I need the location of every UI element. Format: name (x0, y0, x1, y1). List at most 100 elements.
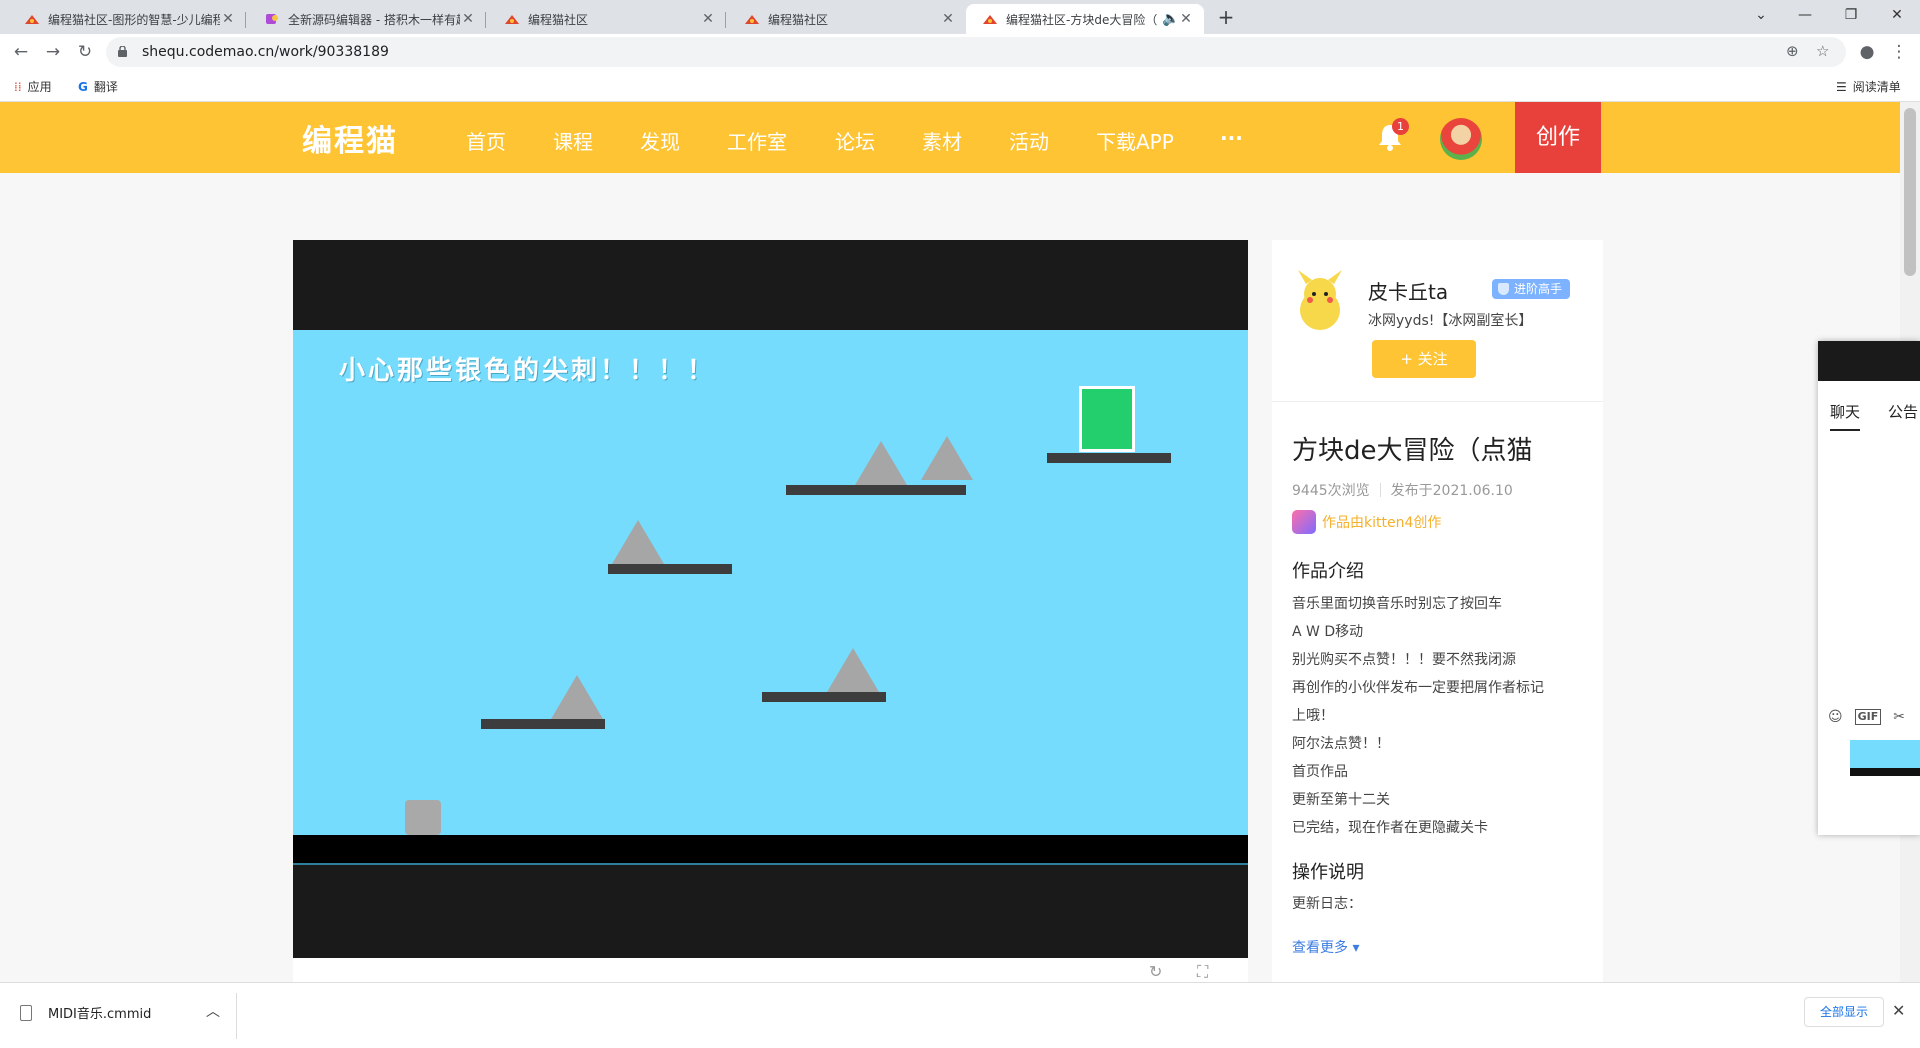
game-platform (786, 485, 966, 495)
browser-tab-active[interactable]: 编程猫社区-方块de大冒险（ 🔈 ✕ (966, 4, 1204, 34)
tab-title: 编程猫社区 (528, 12, 589, 27)
restart-icon[interactable]: ↻ (1149, 962, 1162, 981)
window-close-button[interactable]: ✕ (1874, 0, 1920, 34)
menu-kebab-icon[interactable]: ⋮ (1888, 42, 1910, 64)
description-line: 音乐里面切换音乐时别忘了按回车 (1292, 596, 1502, 612)
forward-arrow-icon[interactable]: → (42, 42, 64, 64)
tab-title: 编程猫社区-方块de大冒险（ (1006, 12, 1158, 27)
game-hint-text: 小心那些银色的尖刺！！！！ (339, 356, 717, 386)
download-item[interactable]: MIDI音乐.cmmid (20, 1003, 151, 1022)
author-name[interactable]: 皮卡丘ta (1368, 276, 1448, 305)
reading-list[interactable]: ☰ 阅读清单 (1836, 78, 1901, 95)
download-shelf: MIDI音乐.cmmid ︿ 全部显示 ✕ (0, 982, 1920, 1048)
announcement-tab[interactable]: 公告 (1888, 401, 1918, 422)
reload-icon[interactable]: ↻ (74, 42, 96, 64)
nav-events[interactable]: 活动 (1009, 126, 1049, 155)
game-stage[interactable]: 小心那些银色的尖刺！！！！ (293, 330, 1248, 865)
translate-icon: G (78, 79, 88, 94)
nav-discover[interactable]: 发现 (640, 126, 680, 155)
show-all-button[interactable]: 全部显示 (1804, 997, 1884, 1027)
level-badge: 进阶高手 (1492, 279, 1571, 299)
description-line: 上哦！ (1292, 708, 1334, 724)
browser-tab[interactable]: 编程猫社区-图形的智慧-少儿编程 ✕ (8, 4, 246, 34)
bookmark-apps-label: 应用 (27, 80, 52, 94)
download-file-name: MIDI音乐.cmmid (48, 1007, 152, 1022)
work-info-panel: 皮卡丘ta 进阶高手 冰网yyds!【冰网副室长】 + 关注 方块de大冒险（点… (1272, 240, 1603, 982)
browser-tab[interactable]: 编程猫社区 ✕ (488, 4, 726, 34)
tab-close-icon[interactable]: ✕ (460, 11, 476, 27)
scrollbar-thumb[interactable] (1904, 108, 1916, 276)
notification-badge: 1 (1392, 118, 1409, 135)
restore-button[interactable]: ❐ (1828, 0, 1874, 34)
made-by[interactable]: 作品由kitten4创作 (1292, 510, 1441, 534)
url-text[interactable]: shequ.codemao.cn/work/90338189 (142, 44, 389, 60)
publish-date: 发布于2021.06.10 (1390, 483, 1513, 499)
description-line: 再创作的小伙伴发布一定要把屑作者标记 (1292, 680, 1544, 696)
chevron-up-icon[interactable]: ︿ (206, 1001, 220, 1021)
chat-image-thumbnail[interactable] (1850, 740, 1920, 776)
site-logo[interactable]: 编程猫 (302, 116, 398, 160)
game-player[interactable]: 小心那些银色的尖刺！！！！ (293, 240, 1248, 958)
ops-text: 更新日志： (1292, 896, 1362, 912)
tab-close-icon[interactable]: ✕ (1178, 11, 1194, 27)
browser-tab[interactable]: 全新源码编辑器 - 搭积木一样有趣 ✕ (248, 4, 486, 34)
gif-icon[interactable]: GIF (1854, 709, 1882, 725)
fullscreen-icon[interactable]: ⛶ (1197, 962, 1208, 982)
bookmark-apps[interactable]: ⁞⁞ 应用 (14, 78, 52, 95)
nav-courses[interactable]: 课程 (553, 126, 593, 155)
emoji-icon[interactable]: ☺ (1828, 709, 1843, 725)
intro-heading: 作品介绍 (1292, 561, 1364, 582)
tab-search-icon[interactable]: ⌄ (1738, 0, 1784, 34)
author-avatar[interactable] (1292, 270, 1348, 332)
nav-home[interactable]: 首页 (466, 126, 506, 155)
address-bar[interactable]: shequ.codemao.cn/work/90338189 ⊕ ☆ (106, 37, 1846, 67)
description-line: 首页作品 (1292, 764, 1348, 780)
site-header: 编程猫 首页 课程 发现 工作室 论坛 素材 活动 下载APP ··· 1 创作 (0, 102, 1900, 173)
nav-download-app[interactable]: 下载APP (1096, 126, 1174, 155)
nav-materials[interactable]: 素材 (922, 126, 962, 155)
create-button[interactable]: 创作 (1515, 102, 1601, 173)
lock-icon (118, 46, 127, 57)
codemao-favicon-icon (983, 15, 997, 24)
tab-title: 编程猫社区-图形的智慧-少儿编程 (48, 12, 220, 27)
tab-title: 全新源码编辑器 - 搭积木一样有趣 (288, 12, 460, 27)
tab-close-icon[interactable]: ✕ (220, 11, 236, 27)
bookmark-star-icon[interactable]: ☆ (1816, 42, 1829, 60)
follow-button[interactable]: + 关注 (1372, 340, 1476, 378)
audio-playing-icon[interactable]: 🔈 (1162, 11, 1179, 27)
minimize-button[interactable]: — (1782, 0, 1828, 34)
game-spike (855, 441, 907, 485)
tab-close-icon[interactable]: ✕ (940, 11, 956, 27)
new-tab-button[interactable]: + (1212, 4, 1240, 32)
codemao-favicon-icon (745, 15, 759, 24)
profile-icon[interactable]: ● (1856, 42, 1878, 64)
see-more-link[interactable]: 查看更多 ▾ (1292, 937, 1359, 957)
chat-tab[interactable]: 聊天 (1830, 401, 1861, 431)
description-line: 别光购买不点赞！！！要不然我闭源 (1292, 652, 1516, 668)
nav-studio[interactable]: 工作室 (727, 126, 787, 155)
tab-close-icon[interactable]: ✕ (700, 11, 716, 27)
browser-tab[interactable]: 编程猫社区 ✕ (728, 4, 966, 34)
scissors-icon[interactable]: ✂ (1893, 709, 1905, 725)
tab-title: 编程猫社区 (768, 12, 829, 27)
game-spike (551, 675, 603, 719)
user-avatar[interactable] (1440, 118, 1482, 160)
author-motto: 冰网yyds!【冰网副室长】 (1368, 313, 1533, 329)
game-platform (1047, 453, 1171, 463)
player-controls: ↻ ⛶ (293, 958, 1248, 982)
bookmark-translate-label: 翻译 (93, 80, 118, 94)
bookmarks-bar: ⁞⁞ 应用 G 翻译 ☰ 阅读清单 (0, 70, 1920, 102)
codemao-favicon-icon (25, 15, 39, 24)
close-icon[interactable]: ✕ (1892, 1001, 1905, 1020)
made-by-label: 作品由kitten4创作 (1322, 515, 1442, 531)
bookmark-translate[interactable]: G 翻译 (78, 78, 118, 95)
game-platform (762, 692, 886, 702)
work-description: 音乐里面切换音乐时别忘了按回车 A W D移动 别光购买不点赞！！！要不然我闭源… (1292, 590, 1592, 842)
zoom-icon[interactable]: ⊕ (1786, 42, 1799, 60)
view-count: 9445次浏览 (1292, 483, 1370, 499)
nav-forum[interactable]: 论坛 (835, 126, 875, 155)
back-arrow-icon[interactable]: ← (10, 42, 32, 64)
chat-toolbar: ☺ GIF ✂ (1828, 709, 1905, 725)
nav-more[interactable]: ··· (1220, 126, 1243, 150)
game-ground (293, 835, 1248, 865)
